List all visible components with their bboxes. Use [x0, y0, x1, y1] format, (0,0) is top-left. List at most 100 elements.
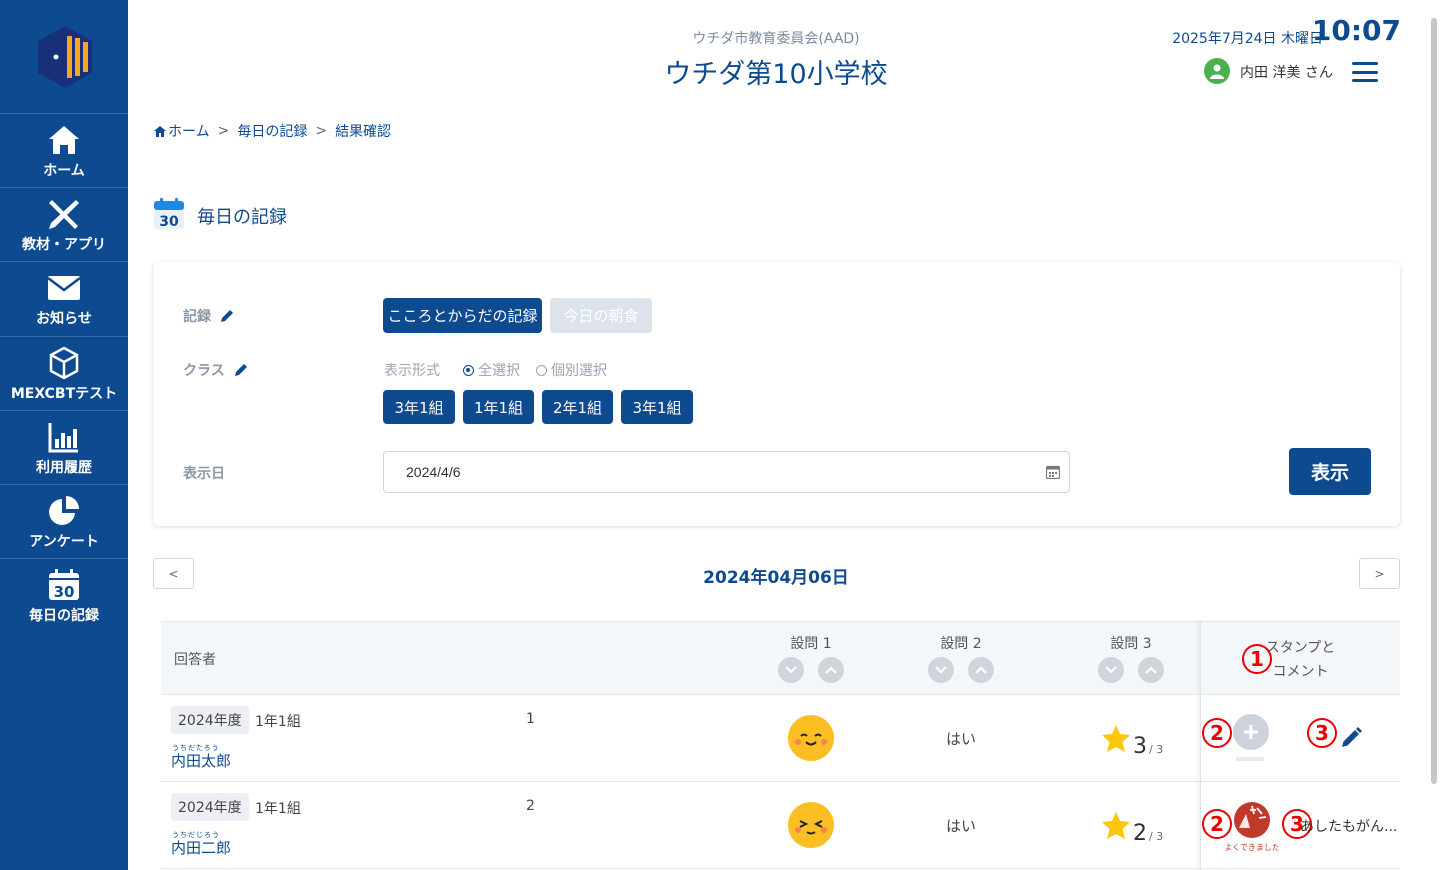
- radio-select-all[interactable]: 全選択: [463, 360, 520, 380]
- home-icon: [46, 122, 82, 158]
- menu-icon[interactable]: [1352, 62, 1378, 82]
- class-button[interactable]: 3年1組: [621, 390, 693, 424]
- sidebar-item-label: 教材・アプリ: [22, 236, 106, 253]
- bar-chart-icon: [46, 419, 82, 455]
- display-date-input[interactable]: 2024/4/6: [383, 451, 1070, 493]
- sort-down-icon[interactable]: [1098, 657, 1124, 683]
- class-name: 1年1組: [255, 714, 301, 730]
- star-icon: [1102, 812, 1130, 839]
- row-divider: [161, 694, 1400, 695]
- sidebar-item-label: 利用履歴: [36, 459, 92, 476]
- edit-comment-pencil-icon[interactable]: [1340, 727, 1362, 749]
- breadcrumb-daily-record[interactable]: 毎日の記録: [237, 121, 307, 141]
- question-3-score: 2 / 3: [1101, 811, 1163, 846]
- radio-button-checked: [463, 364, 474, 376]
- sidebar-item-mexcbt[interactable]: MEXCBTテスト: [0, 336, 128, 410]
- school-year-badge: 2024年度: [171, 706, 249, 734]
- add-stamp-button[interactable]: [1233, 714, 1269, 750]
- sidebar-item-label: アンケート: [29, 533, 99, 550]
- user-name[interactable]: 内田 洋美 さん: [1240, 62, 1333, 82]
- sort-up-icon[interactable]: [818, 657, 844, 683]
- squint-face-icon: [788, 802, 834, 848]
- stamp-placeholder-bar: [1236, 757, 1264, 761]
- question-2-answer: はい: [945, 730, 976, 748]
- user-avatar-icon[interactable]: [1204, 58, 1230, 84]
- stamp-comment-text[interactable]: あしたもがん...: [1300, 816, 1397, 836]
- scrollbar[interactable]: [1431, 18, 1437, 784]
- sidebar: ホーム 教材・アプリ お知らせ MEXCBTテスト 利用履歴 アンケート 30: [0, 0, 128, 870]
- display-mode-label: 表示形式: [384, 363, 440, 379]
- current-date: 2025年7月24日 木曜日: [1172, 31, 1323, 47]
- student-number: 2: [526, 798, 535, 814]
- pencil-ruler-icon: [46, 196, 82, 232]
- record-option-mind-body[interactable]: こころとからだの記録: [383, 298, 542, 333]
- question-3-header: 設問 3: [1110, 636, 1152, 652]
- cube-icon: [46, 345, 82, 381]
- prev-date-button[interactable]: <: [153, 558, 194, 589]
- breadcrumb-current: 結果確認: [335, 124, 392, 140]
- breadcrumb-separator: >: [315, 123, 328, 139]
- sort-down-icon[interactable]: [928, 657, 954, 683]
- radio-select-individual[interactable]: 個別選択: [536, 360, 607, 380]
- sidebar-item-materials[interactable]: 教材・アプリ: [0, 187, 128, 261]
- sidebar-item-survey[interactable]: アンケート: [0, 484, 128, 558]
- current-record-date: 2024年04月06日: [703, 568, 849, 588]
- radio-button-unchecked: [536, 364, 547, 376]
- sidebar-item-usage-history[interactable]: 利用履歴: [0, 410, 128, 484]
- student-number: 1: [526, 711, 535, 727]
- calendar-30-icon: 30: [154, 198, 184, 230]
- annotation-marker-2: 2: [1202, 718, 1232, 748]
- class-label: クラス: [183, 360, 249, 380]
- school-name: ウチダ第10小学校: [664, 59, 888, 90]
- display-date-label: 表示日: [183, 466, 225, 482]
- calendar-icon[interactable]: [1046, 465, 1060, 479]
- record-option-breakfast[interactable]: 今日の朝食: [550, 298, 652, 333]
- school-year-badge: 2024年度: [171, 793, 249, 821]
- calendar-30-icon: 30: [46, 567, 82, 603]
- sidebar-item-label: ホーム: [43, 162, 85, 179]
- annotation-marker-3: 3: [1307, 718, 1337, 748]
- annotation-marker-1: 1: [1242, 644, 1272, 674]
- breadcrumb-separator: >: [217, 123, 230, 139]
- svg-text:30: 30: [54, 583, 75, 601]
- well-done-stamp-icon[interactable]: よくできました: [1226, 800, 1278, 852]
- app-logo[interactable]: [36, 24, 94, 90]
- class-button[interactable]: 2年1組: [542, 390, 613, 424]
- class-name: 1年1組: [255, 801, 301, 817]
- sidebar-item-label: 毎日の記録: [29, 607, 99, 624]
- sidebar-item-daily-record[interactable]: 30 毎日の記録: [0, 558, 128, 632]
- question-3-score: 3 / 3: [1101, 724, 1163, 759]
- sidebar-item-label: お知らせ: [36, 310, 92, 327]
- breadcrumb-home[interactable]: ホーム: [154, 121, 210, 141]
- sidebar-item-home[interactable]: ホーム: [0, 113, 128, 187]
- smile-face-icon: [788, 715, 834, 761]
- row-divider: [161, 868, 1400, 869]
- plus-icon: [1244, 725, 1258, 739]
- pencil-icon: [221, 310, 233, 322]
- sort-up-icon[interactable]: [968, 657, 994, 683]
- home-icon: [154, 125, 166, 137]
- class-button[interactable]: 1年1組: [463, 390, 534, 424]
- next-date-button[interactable]: >: [1359, 558, 1400, 589]
- breadcrumb: ホーム > 毎日の記録 > 結果確認: [154, 121, 391, 141]
- respondent-header: 回答者: [174, 652, 216, 668]
- page-title: 毎日の記録: [197, 207, 287, 228]
- question-2-header: 設問 2: [940, 636, 982, 652]
- student-name[interactable]: 内田二郎: [171, 837, 231, 858]
- current-time: 10:07: [1311, 14, 1401, 47]
- sort-down-icon[interactable]: [778, 657, 804, 683]
- sidebar-item-label: MEXCBTテスト: [10, 385, 118, 402]
- show-button[interactable]: 表示: [1289, 448, 1371, 495]
- pencil-icon: [234, 364, 247, 376]
- question-2-answer: はい: [945, 817, 976, 835]
- row-divider: [161, 781, 1400, 782]
- record-label: 記録: [183, 306, 235, 326]
- question-1-header: 設問 1: [790, 636, 832, 652]
- mail-icon: [46, 270, 82, 306]
- organization-name: ウチダ市教育委員会(AAD): [692, 31, 860, 47]
- sidebar-item-notices[interactable]: お知らせ: [0, 261, 128, 335]
- svg-text:よくできました: よくできました: [1226, 843, 1278, 852]
- student-name[interactable]: 内田太郎: [171, 750, 231, 771]
- class-button[interactable]: 3年1組: [383, 390, 455, 424]
- sort-up-icon[interactable]: [1138, 657, 1164, 683]
